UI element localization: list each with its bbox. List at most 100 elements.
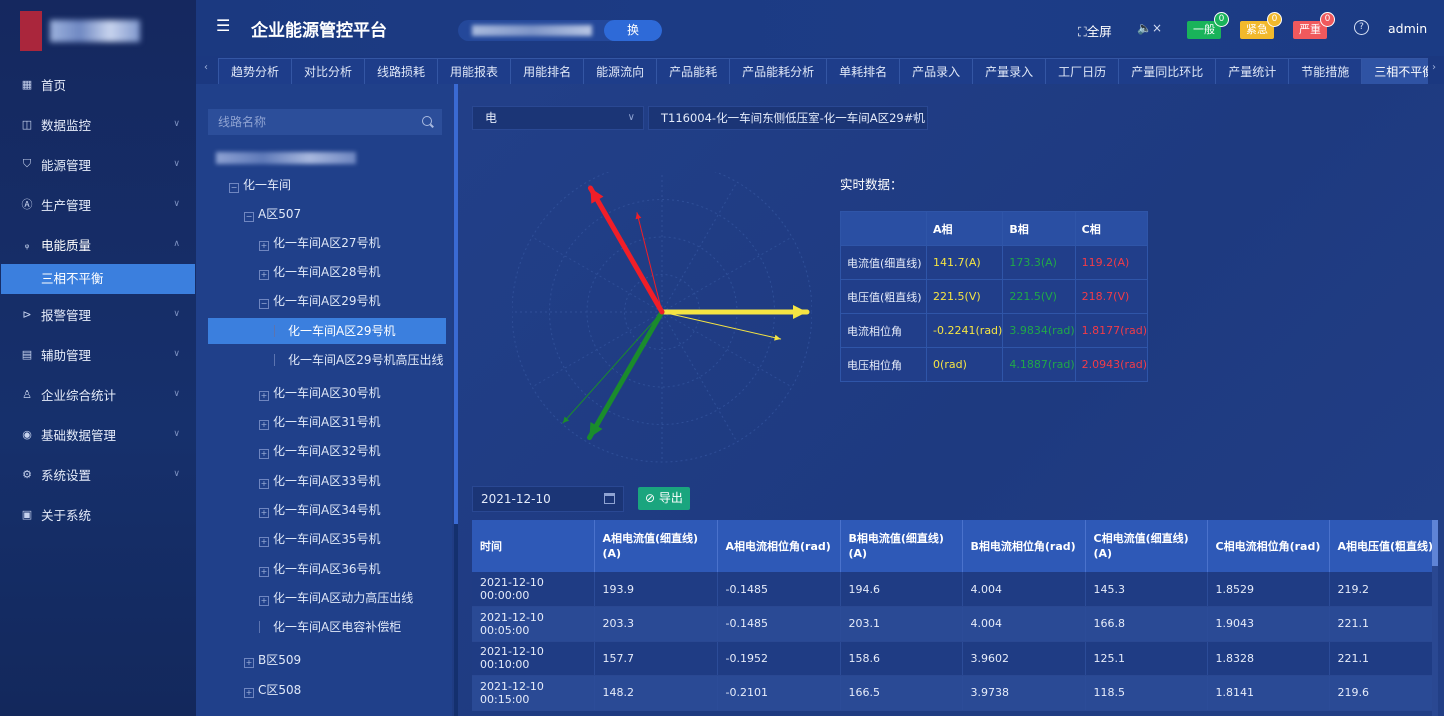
- tree-node[interactable]: + 化一车间A区28号机: [259, 259, 380, 285]
- tree-root-node[interactable]: [216, 152, 356, 164]
- tab-item[interactable]: 产量录入: [972, 58, 1047, 84]
- tab-item[interactable]: 节能措施: [1288, 58, 1363, 84]
- tab-item[interactable]: 产品能耗分析: [729, 58, 828, 84]
- sidebar-item-about[interactable]: ▣ 关于系统: [0, 494, 196, 534]
- tab-item[interactable]: 线路损耗: [364, 58, 439, 84]
- expand-icon[interactable]: +: [259, 420, 269, 430]
- tab-item[interactable]: 对比分析: [291, 58, 366, 84]
- history-header-cell: C相电流值(细直线)(A): [1085, 520, 1208, 572]
- tree-node[interactable]: + 化一车间A区27号机: [259, 230, 380, 256]
- tab-item[interactable]: 工厂日历: [1045, 58, 1120, 84]
- tree-node[interactable]: + 化一车间A区30号机: [259, 380, 380, 406]
- tree-node[interactable]: 化一车间A区电容补偿柜: [259, 614, 401, 640]
- sidebar-item-data-monitor[interactable]: ◫ 数据监控 ∨: [0, 104, 196, 144]
- collapse-icon[interactable]: −: [229, 183, 239, 193]
- history-cell: 2021-12-10 00:10:00: [472, 641, 595, 676]
- export-button[interactable]: ⊘ 导出: [638, 487, 690, 510]
- company-switcher[interactable]: 换: [458, 20, 662, 41]
- sidebar-item-home[interactable]: ▦ 首页: [0, 64, 196, 104]
- line-select[interactable]: T116004-化一车间东侧低压室-化一车间A区29#机 ∨: [648, 106, 928, 130]
- expand-icon[interactable]: +: [244, 688, 254, 698]
- sidebar-item-assist-management[interactable]: ▤ 辅助管理 ∨: [0, 334, 196, 374]
- tab-scroll-left-icon[interactable]: ‹: [204, 62, 208, 73]
- expand-icon[interactable]: +: [259, 241, 269, 251]
- tab-item[interactable]: 产品能耗: [656, 58, 731, 84]
- expand-icon[interactable]: +: [259, 270, 269, 280]
- expand-icon[interactable]: +: [259, 479, 269, 489]
- sidebar-item-basic-data[interactable]: ◉ 基础数据管理 ∨: [0, 414, 196, 454]
- tree-scrollbar[interactable]: [454, 84, 458, 716]
- history-cell: -0.1485: [717, 606, 841, 642]
- tab-item[interactable]: 产品录入: [899, 58, 974, 84]
- expand-icon[interactable]: +: [259, 567, 269, 577]
- help-icon[interactable]: ?: [1354, 20, 1369, 35]
- fullscreen-icon: ⛶: [1078, 24, 1087, 39]
- tree-node[interactable]: + 化一车间A区35号机: [259, 526, 380, 552]
- expand-icon[interactable]: +: [259, 596, 269, 606]
- expand-icon[interactable]: +: [259, 391, 269, 401]
- tree-node[interactable]: 化一车间A区29号机: [208, 318, 446, 344]
- tab-item[interactable]: 趋势分析: [218, 58, 293, 84]
- expand-icon[interactable]: +: [259, 508, 269, 518]
- tab-scroll-right-icon[interactable]: ›: [1432, 62, 1436, 73]
- tab-item[interactable]: 产量同比环比: [1118, 58, 1217, 84]
- sidebar-subitem-three-phase-unbalance[interactable]: 三相不平衡: [1, 264, 195, 294]
- sidebar-item-alarm-management[interactable]: ⊳ 报警管理 ∨: [0, 294, 196, 334]
- tree-node[interactable]: + 化一车间A区34号机: [259, 497, 380, 523]
- tab-item[interactable]: 单耗排名: [826, 58, 901, 84]
- polar-grid-spoke: [661, 311, 738, 443]
- user-menu[interactable]: admin: [1388, 21, 1427, 36]
- sidebar-item-production-management[interactable]: Ⓐ 生产管理 ∨: [0, 184, 196, 224]
- sidebar-item-label: 生产管理: [41, 197, 92, 213]
- realtime-cell: -0.2241(rad): [926, 313, 1004, 348]
- tree-node[interactable]: + 化一车间A区32号机: [259, 438, 380, 464]
- realtime-cell: 1.8177(rad): [1074, 313, 1149, 348]
- expand-icon[interactable]: +: [259, 537, 269, 547]
- alarm-severe-button[interactable]: 严重 0: [1293, 12, 1335, 39]
- switch-button[interactable]: 换: [604, 20, 662, 41]
- search-icon[interactable]: [422, 116, 432, 126]
- tree-node[interactable]: + 化一车间A区33号机: [259, 468, 380, 494]
- fullscreen-button[interactable]: ⛶全屏: [1078, 21, 1112, 40]
- chevron-down-icon: ∨: [173, 469, 180, 479]
- alarm-urgent-button[interactable]: 紧急 0: [1240, 12, 1282, 39]
- tab-item[interactable]: 三相不平衡×: [1361, 58, 1428, 84]
- tree-node[interactable]: 化一车间A区29号机高压出线: [274, 347, 443, 373]
- history-cell: 2021-12-10 00:05:00: [472, 606, 595, 642]
- tree-node[interactable]: + 化一车间A区36号机: [259, 556, 380, 582]
- sidebar-item-power-quality[interactable]: ᵩ 电能质量 ∧: [0, 224, 196, 264]
- realtime-cell: 电压相位角: [839, 347, 928, 382]
- tab-item[interactable]: 用能排名: [510, 58, 585, 84]
- tree-node[interactable]: − 化一车间A区29号机: [259, 288, 380, 314]
- power-quality-icon: ᵩ: [24, 237, 30, 251]
- tree-node[interactable]: + C区508: [244, 677, 301, 703]
- tree-node[interactable]: − 化一车间: [229, 172, 291, 198]
- date-picker[interactable]: 2021-12-10: [472, 486, 624, 512]
- tree-node[interactable]: + 化一车间A区动力高压出线: [259, 585, 413, 611]
- mute-icon[interactable]: 🔈×: [1137, 21, 1162, 35]
- sidebar-item-system-settings[interactable]: ⚙ 系统设置 ∨: [0, 454, 196, 494]
- alarm-general-button[interactable]: 一般 0: [1187, 12, 1229, 39]
- expand-icon[interactable]: +: [259, 449, 269, 459]
- tab-item[interactable]: 能源流向: [583, 58, 658, 84]
- table-scrollbar[interactable]: [1432, 520, 1438, 716]
- current-phasor-a-head: [774, 334, 781, 341]
- tree-node[interactable]: + B区509: [244, 647, 301, 673]
- expand-icon[interactable]: +: [244, 658, 254, 668]
- tab-item[interactable]: 用能报表: [437, 58, 512, 84]
- menu-toggle-icon[interactable]: ☰: [216, 18, 232, 34]
- tree-search-input[interactable]: [208, 109, 442, 135]
- tab-item[interactable]: 产量统计: [1215, 58, 1290, 84]
- tab-label: 用能报表: [450, 65, 499, 79]
- tree-node[interactable]: + 化一车间A区31号机: [259, 409, 380, 435]
- history-cell: 4.004: [962, 606, 1086, 642]
- tab-list: 趋势分析 对比分析 线路损耗 用能报表 用能排名 能源流向 产品能耗 产品能耗分析 单耗排名 产品…: [218, 58, 1428, 84]
- energy-type-select[interactable]: 电 ∨: [472, 106, 644, 130]
- sidebar-item-energy-management[interactable]: ⛉ 能源管理 ∨: [0, 144, 196, 184]
- tree-node-label: 化一车间A区33号机: [273, 474, 381, 488]
- sidebar-item-enterprise-statistics[interactable]: ♙ 企业综合统计 ∨: [0, 374, 196, 414]
- alarm-label: 严重: [1299, 23, 1321, 36]
- tree-node[interactable]: − A区507: [244, 201, 301, 227]
- collapse-icon[interactable]: −: [244, 212, 254, 222]
- collapse-icon[interactable]: −: [259, 299, 269, 309]
